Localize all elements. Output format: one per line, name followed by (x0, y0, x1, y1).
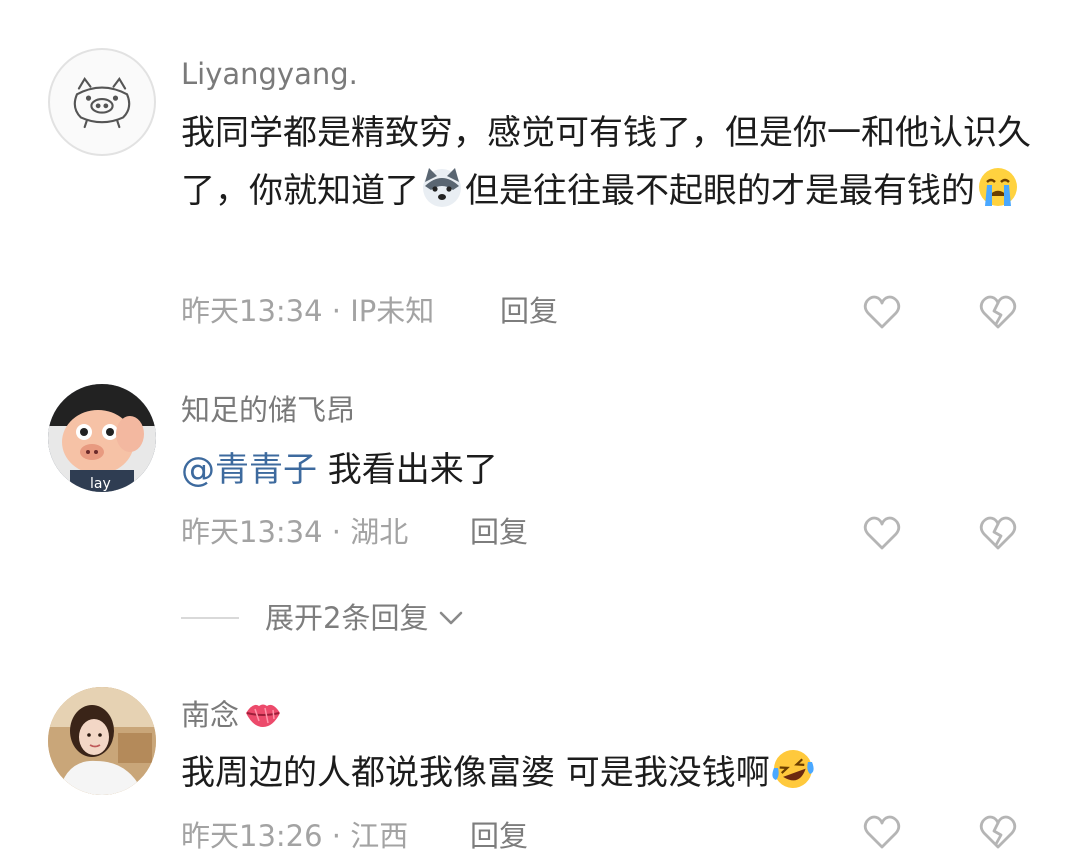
expand-replies-label: 展开2条回复 (265, 600, 429, 635)
dislike-broken-heart-icon[interactable] (976, 290, 1020, 334)
divider (181, 617, 239, 619)
reply-button[interactable]: 回复 (470, 518, 528, 547)
husky-emoji (419, 164, 465, 210)
comment-time-location: 昨天13:26 · 江西 (181, 819, 409, 853)
reply-button[interactable]: 回复 (500, 297, 558, 326)
comment-text: 我同学都是精致穷，感觉可有钱了，但是你一和他认识久了，你就知道了 但是往往最不起眼… (181, 113, 1031, 211)
username[interactable]: 南念 (181, 697, 283, 731)
reply-button[interactable]: 回复 (470, 822, 528, 851)
lips-emoji (246, 704, 281, 727)
comment-text: @青青子 我看出来了 (181, 450, 498, 490)
avatar[interactable] (48, 687, 156, 795)
pig-icon (73, 76, 131, 129)
user-photo-icon (48, 687, 156, 795)
username[interactable]: Liyangyang. (181, 60, 358, 89)
comment-time-location: 昨天13:34 · 湖北 (181, 515, 409, 549)
dislike-broken-heart-icon[interactable] (976, 511, 1020, 555)
laughing-crying-emoji (770, 746, 816, 792)
comment-time-location: 昨天13:34 · IP未知 (181, 294, 435, 328)
like-heart-icon[interactable] (860, 290, 904, 334)
like-heart-icon[interactable] (860, 511, 904, 555)
dislike-broken-heart-icon[interactable] (976, 810, 1020, 854)
username[interactable]: 知足的储飞昂 (181, 396, 355, 425)
pig-character-icon: lay (48, 384, 156, 492)
crying-emoji (975, 164, 1021, 210)
like-heart-icon[interactable] (860, 810, 904, 854)
chevron-down-icon (440, 611, 463, 625)
avatar[interactable]: lay (48, 384, 156, 492)
avatar[interactable] (48, 48, 156, 156)
mention-link[interactable]: @青青子 (181, 450, 317, 490)
svg-text:lay: lay (90, 476, 111, 492)
expand-replies-button[interactable]: 展开2条回复 (181, 598, 466, 638)
comment-text: 我周边的人都说我像富婆 可是我没钱啊 (181, 744, 1041, 802)
